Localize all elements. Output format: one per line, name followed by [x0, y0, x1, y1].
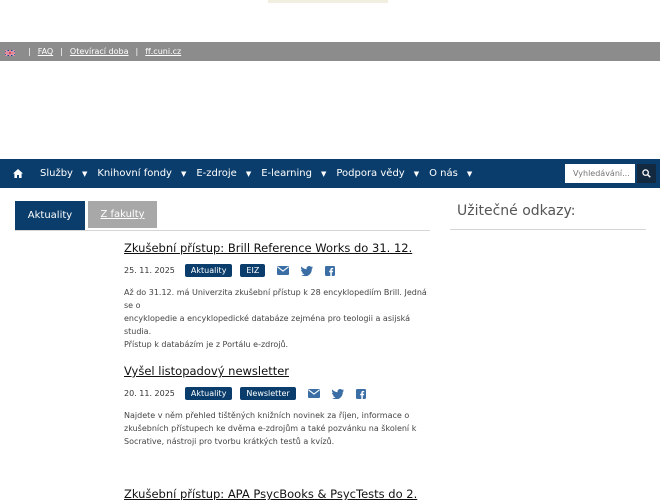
nav-item-about[interactable]: O nás ▼: [429, 168, 472, 179]
article-meta: 20. 11. 2025 Aktuality Newsletter: [124, 387, 430, 400]
excerpt-line: Socrative, nástroji pro tvorbu krátkých …: [124, 437, 335, 446]
nav-item-label: Knihovní fondy: [97, 168, 172, 179]
article-excerpt: Najdete v něm přehled tištěných knižních…: [124, 409, 430, 448]
caret-down-icon: ▼: [245, 169, 252, 178]
nav-item-label: E-zdroje: [196, 168, 237, 179]
sidebar-title: Užitečné odkazy:: [457, 203, 576, 219]
nav-item-label: O nás: [429, 168, 458, 179]
tab-news[interactable]: Aktuality: [15, 201, 85, 230]
caret-down-icon: ▼: [466, 169, 473, 178]
facebook-share-icon[interactable]: [325, 265, 336, 276]
article-title[interactable]: Zkušební přístup: APA PsycBooks & PsycTe…: [124, 487, 430, 500]
tag-badge[interactable]: EIZ: [240, 264, 266, 277]
email-share-icon[interactable]: [307, 389, 320, 398]
utility-bar: | FAQ | Otevírací doba | ff.cuni.cz: [0, 42, 660, 61]
nav-item-collections[interactable]: Knihovní fondy ▼: [97, 168, 186, 179]
twitter-share-icon[interactable]: [301, 265, 314, 276]
email-share-icon[interactable]: [277, 266, 290, 275]
news-article: Vyšel listopadový newsletter 20. 11. 202…: [124, 364, 430, 448]
tab-faculty[interactable]: Z fakulty: [88, 201, 157, 228]
separator: |: [60, 47, 63, 56]
article-excerpt: Až do 31.12. má Univerzita zkušební přís…: [124, 286, 430, 351]
separator: |: [28, 47, 31, 56]
divider: [450, 229, 646, 230]
nav-item-e-resources[interactable]: E-zdroje ▼: [196, 168, 251, 179]
caret-down-icon: ▼: [180, 169, 187, 178]
search-input[interactable]: [565, 164, 635, 183]
excerpt-line: encyklopedie a encyklopedické databáze z…: [124, 314, 410, 336]
article-title[interactable]: Vyšel listopadový newsletter: [124, 364, 430, 378]
caret-down-icon: ▼: [413, 169, 420, 178]
caret-down-icon: ▼: [320, 169, 327, 178]
faq-link[interactable]: FAQ: [38, 47, 54, 56]
search-icon: [642, 169, 651, 178]
excerpt-line: zkušebních přístupech ke dvěma e-zdrojům…: [124, 424, 417, 433]
tag-badge[interactable]: Newsletter: [240, 387, 296, 400]
caret-down-icon: ▼: [81, 169, 88, 178]
uk-flag-icon[interactable]: [4, 48, 16, 57]
nav-item-research-support[interactable]: Podpora vědy ▼: [336, 168, 419, 179]
search-button[interactable]: [637, 164, 656, 183]
article-title[interactable]: Zkušební přístup: Brill Reference Works …: [124, 241, 430, 255]
news-article: Zkušební přístup: APA PsycBooks & PsycTe…: [124, 487, 430, 500]
excerpt-line: Najdete v něm přehled tištěných knižních…: [124, 411, 410, 420]
excerpt-line: Přístup k databázím je z Portálu e-zdroj…: [124, 340, 289, 349]
header-decoration: [268, 0, 388, 3]
tag-badge[interactable]: Aktuality: [184, 387, 233, 400]
faculty-link[interactable]: ff.cuni.cz: [145, 47, 181, 56]
facebook-share-icon[interactable]: [355, 388, 366, 399]
nav-item-label: Podpora vědy: [336, 168, 405, 179]
nav-item-label: Služby: [40, 168, 73, 179]
separator: |: [135, 47, 139, 56]
article-date: 20. 11. 2025: [124, 389, 175, 398]
article-date: 25. 11. 2025: [124, 266, 175, 275]
news-tabs: Aktuality Z fakulty: [15, 201, 430, 231]
nav-item-label: E-learning: [261, 168, 312, 179]
news-article: Zkušební přístup: Brill Reference Works …: [124, 241, 430, 351]
nav-item-e-learning[interactable]: E-learning ▼: [261, 168, 326, 179]
tag-badge[interactable]: Aktuality: [184, 264, 233, 277]
opening-hours-link[interactable]: Otevírací doba: [70, 47, 129, 56]
home-icon[interactable]: [13, 169, 27, 178]
article-meta: 25. 11. 2025 Aktuality EIZ: [124, 264, 430, 277]
nav-item-services[interactable]: Služby ▼: [40, 168, 87, 179]
twitter-share-icon[interactable]: [331, 388, 344, 399]
excerpt-line: Až do 31.12. má Univerzita zkušební přís…: [124, 288, 427, 310]
main-navigation: Služby ▼ Knihovní fondy ▼ E-zdroje ▼ E-l…: [0, 159, 660, 188]
